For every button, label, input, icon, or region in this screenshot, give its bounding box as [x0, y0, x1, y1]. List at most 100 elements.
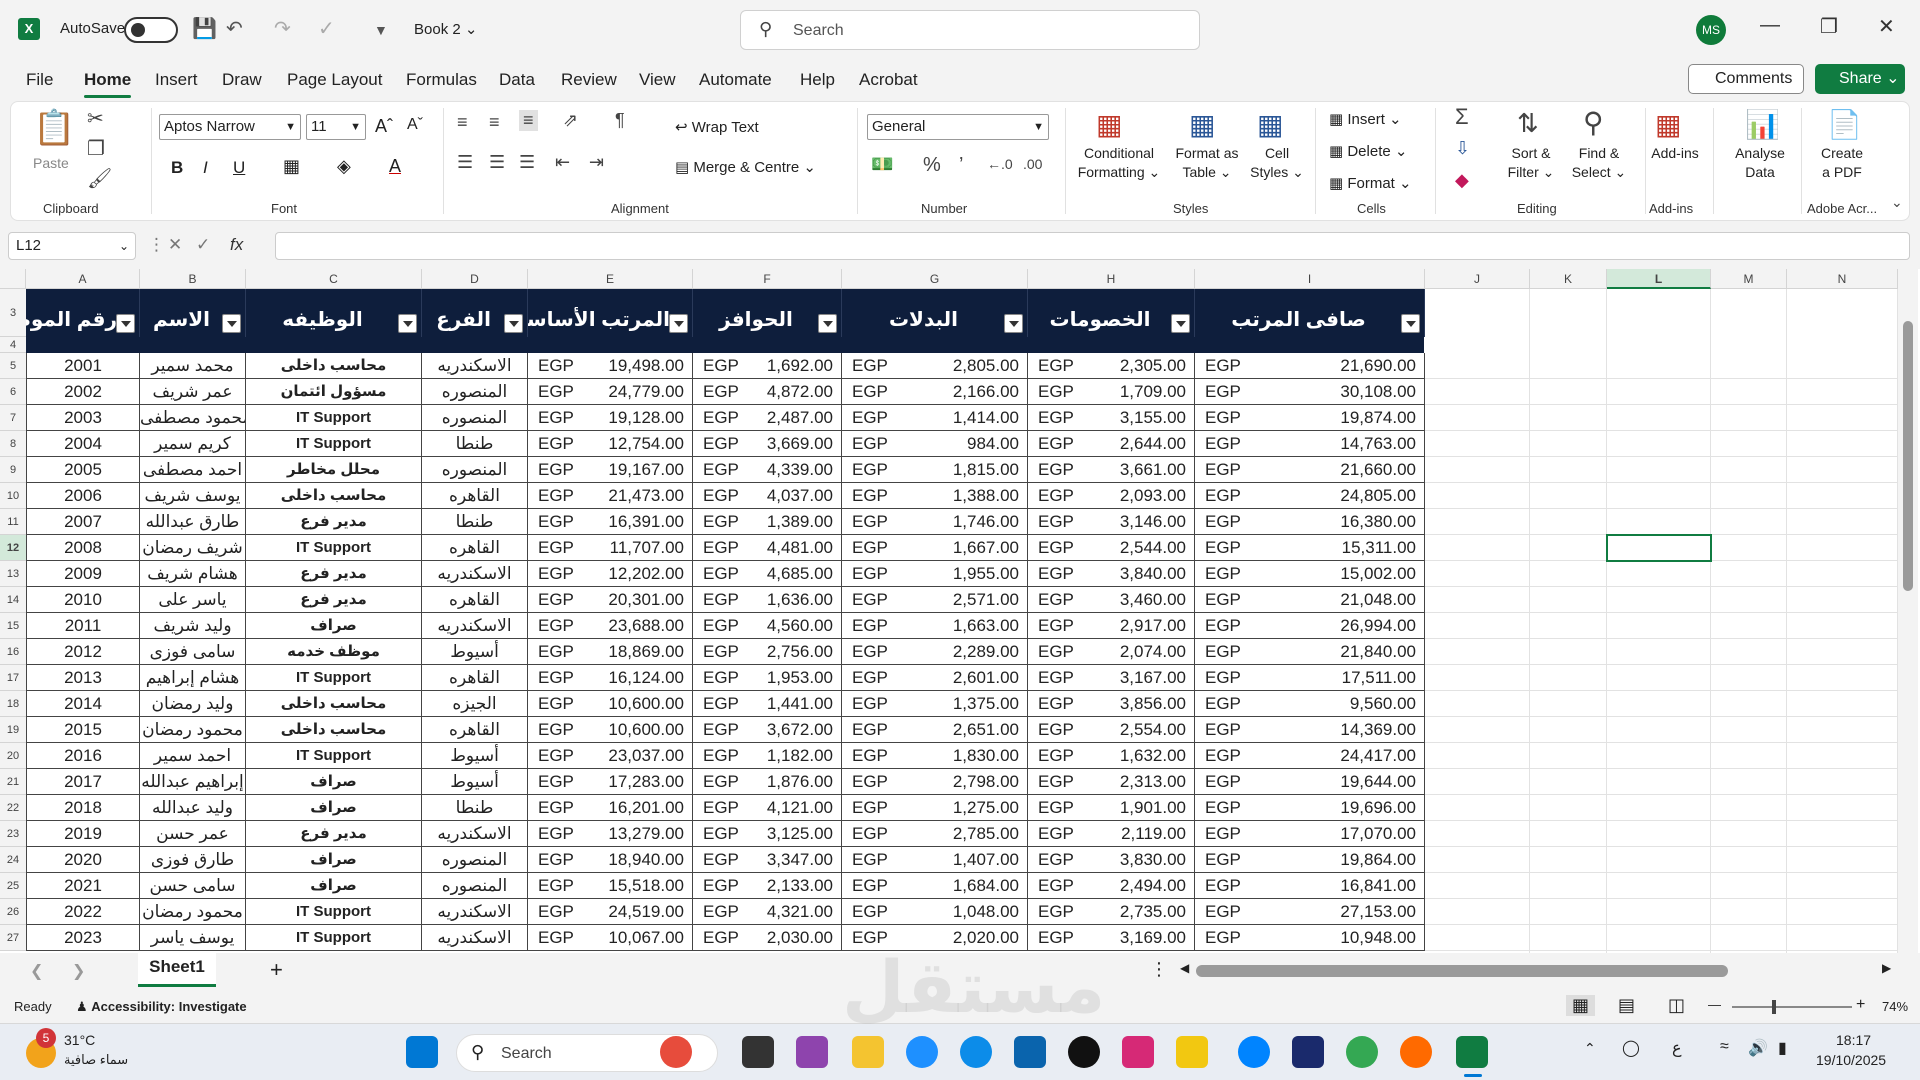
table-cell[interactable]: الاسكندريه: [422, 561, 528, 587]
table-cell[interactable]: طنطا: [422, 795, 528, 821]
store-icon[interactable]: [906, 1036, 938, 1068]
close-icon[interactable]: ✕: [1878, 14, 1895, 39]
table-cell[interactable]: EGP 19,644.00: [1195, 769, 1425, 795]
edge-icon[interactable]: [960, 1036, 992, 1068]
table-cell[interactable]: EGP 3,661.00: [1028, 457, 1195, 483]
table-cell[interactable]: محلل مخاطر: [246, 457, 422, 483]
table-cell[interactable]: عمر حسن: [140, 821, 246, 847]
table-cell[interactable]: EGP 1,955.00: [842, 561, 1028, 587]
table-cell[interactable]: 2011: [26, 613, 140, 639]
table-cell[interactable]: EGP 1,182.00: [693, 743, 842, 769]
table-cell[interactable]: صراف: [246, 769, 422, 795]
table-cell[interactable]: IT Support: [246, 665, 422, 691]
copy-icon[interactable]: ❐: [87, 136, 105, 161]
table-cell[interactable]: الاسكندريه: [422, 613, 528, 639]
table-cell[interactable]: EGP 16,201.00: [528, 795, 693, 821]
table-cell[interactable]: EGP 2,093.00: [1028, 483, 1195, 509]
row-header-17[interactable]: 17: [0, 665, 26, 691]
row-header-23[interactable]: 23: [0, 821, 26, 847]
table-cell[interactable]: EGP 26,994.00: [1195, 613, 1425, 639]
analyse-data-icon[interactable]: 📊: [1745, 108, 1780, 141]
table-cell[interactable]: طارق فوزى: [140, 847, 246, 873]
tab-insert[interactable]: Insert: [155, 70, 198, 90]
table-cell[interactable]: EGP 2,119.00: [1028, 821, 1195, 847]
tab-page-layout[interactable]: Page Layout: [287, 70, 382, 90]
table-cell[interactable]: محاسب داخلى: [246, 353, 422, 379]
table-cell[interactable]: EGP 2,798.00: [842, 769, 1028, 795]
table-cell[interactable]: 2010: [26, 587, 140, 613]
align-left-icon[interactable]: ☰: [457, 152, 473, 173]
messenger-icon[interactable]: [1238, 1036, 1270, 1068]
table-cell[interactable]: EGP 3,840.00: [1028, 561, 1195, 587]
rtl-icon[interactable]: ¶: [615, 110, 625, 131]
row-header-27[interactable]: 27: [0, 925, 26, 951]
table-cell[interactable]: EGP 3,460.00: [1028, 587, 1195, 613]
column-header-j[interactable]: J: [1425, 269, 1530, 289]
outlook-icon[interactable]: [1014, 1036, 1046, 1068]
table-cell[interactable]: 2017: [26, 769, 140, 795]
hscroll-right-icon[interactable]: ▶: [1882, 961, 1891, 975]
table-cell[interactable]: EGP 2,651.00: [842, 717, 1028, 743]
table-cell[interactable]: 2020: [26, 847, 140, 873]
restore-icon[interactable]: ❐: [1820, 14, 1838, 39]
selected-cell-l12[interactable]: [1606, 534, 1712, 562]
table-cell[interactable]: 2009: [26, 561, 140, 587]
row-header-20[interactable]: 20: [0, 743, 26, 769]
table-cell[interactable]: IT Support: [246, 899, 422, 925]
table-cell[interactable]: EGP 2,917.00: [1028, 613, 1195, 639]
table-cell[interactable]: 2013: [26, 665, 140, 691]
table-cell[interactable]: EGP 19,167.00: [528, 457, 693, 483]
table-cell[interactable]: EGP 19,864.00: [1195, 847, 1425, 873]
table-cell[interactable]: EGP 21,473.00: [528, 483, 693, 509]
table-cell[interactable]: يوسف ياسر: [140, 925, 246, 951]
sort-filter-icon[interactable]: ⇅: [1517, 108, 1539, 139]
row-header-19[interactable]: 19: [0, 717, 26, 743]
tab-acrobat[interactable]: Acrobat: [859, 70, 918, 90]
file-explorer-icon[interactable]: [852, 1036, 884, 1068]
clear-icon[interactable]: ◆: [1455, 170, 1469, 191]
table-cell[interactable]: 2012: [26, 639, 140, 665]
table-cell[interactable]: IT Support: [246, 431, 422, 457]
table-cell[interactable]: الجيزه: [422, 691, 528, 717]
table-cell[interactable]: EGP 1,815.00: [842, 457, 1028, 483]
table-cell[interactable]: EGP 2,601.00: [842, 665, 1028, 691]
table-cell[interactable]: 2006: [26, 483, 140, 509]
table-cell[interactable]: EGP 24,779.00: [528, 379, 693, 405]
row-header-26[interactable]: 26: [0, 899, 26, 925]
find-select-button[interactable]: Find & Select ⌄: [1567, 144, 1631, 182]
table-cell[interactable]: EGP 18,869.00: [528, 639, 693, 665]
table-cell[interactable]: EGP 1,953.00: [693, 665, 842, 691]
normal-view-icon[interactable]: ▦: [1566, 995, 1596, 1016]
paste-icon[interactable]: 📋: [33, 108, 75, 148]
table-cell[interactable]: يوسف شريف: [140, 483, 246, 509]
column-header-a[interactable]: A: [26, 269, 140, 289]
table-cell[interactable]: كريم سمير: [140, 431, 246, 457]
column-header-c[interactable]: C: [246, 269, 422, 289]
font-color-icon[interactable]: A: [389, 156, 401, 177]
row-header-16[interactable]: 16: [0, 639, 26, 665]
row-header-6[interactable]: 6: [0, 379, 26, 405]
format-cells-button[interactable]: ▦ Format ⌄: [1329, 174, 1412, 192]
table-cell[interactable]: EGP 17,070.00: [1195, 821, 1425, 847]
conditional-formatting-icon[interactable]: ▦: [1096, 108, 1122, 141]
table-cell[interactable]: EGP 1,414.00: [842, 405, 1028, 431]
analyse-data-button[interactable]: Analyse Data: [1725, 144, 1795, 182]
table-cell[interactable]: EGP 3,347.00: [693, 847, 842, 873]
table-cell[interactable]: EGP 24,417.00: [1195, 743, 1425, 769]
table-cell[interactable]: EGP 11,707.00: [528, 535, 693, 561]
conditional-formatting-button[interactable]: Conditional Formatting ⌄: [1069, 144, 1169, 182]
table-cell[interactable]: EGP 19,874.00: [1195, 405, 1425, 431]
table-cell[interactable]: EGP 1,901.00: [1028, 795, 1195, 821]
table-cell[interactable]: EGP 2,030.00: [693, 925, 842, 951]
worksheet-grid[interactable]: ABCDEFGHIJKLMN 34رقم الموظف الاسم الوظيفه ال…: [0, 269, 1920, 953]
table-cell[interactable]: صراف: [246, 613, 422, 639]
decrease-decimal-icon[interactable]: .00: [1023, 156, 1042, 172]
filter-dropdown-icon[interactable]: [669, 314, 688, 333]
row-header-13[interactable]: 13: [0, 561, 26, 587]
table-cell[interactable]: EGP 17,283.00: [528, 769, 693, 795]
increase-indent-icon[interactable]: ⇥: [589, 152, 604, 173]
cell-styles-button[interactable]: Cell Styles ⌄: [1247, 144, 1307, 182]
table-cell[interactable]: الاسكندريه: [422, 925, 528, 951]
table-cell[interactable]: 2007: [26, 509, 140, 535]
table-cell[interactable]: موظف خدمه: [246, 639, 422, 665]
